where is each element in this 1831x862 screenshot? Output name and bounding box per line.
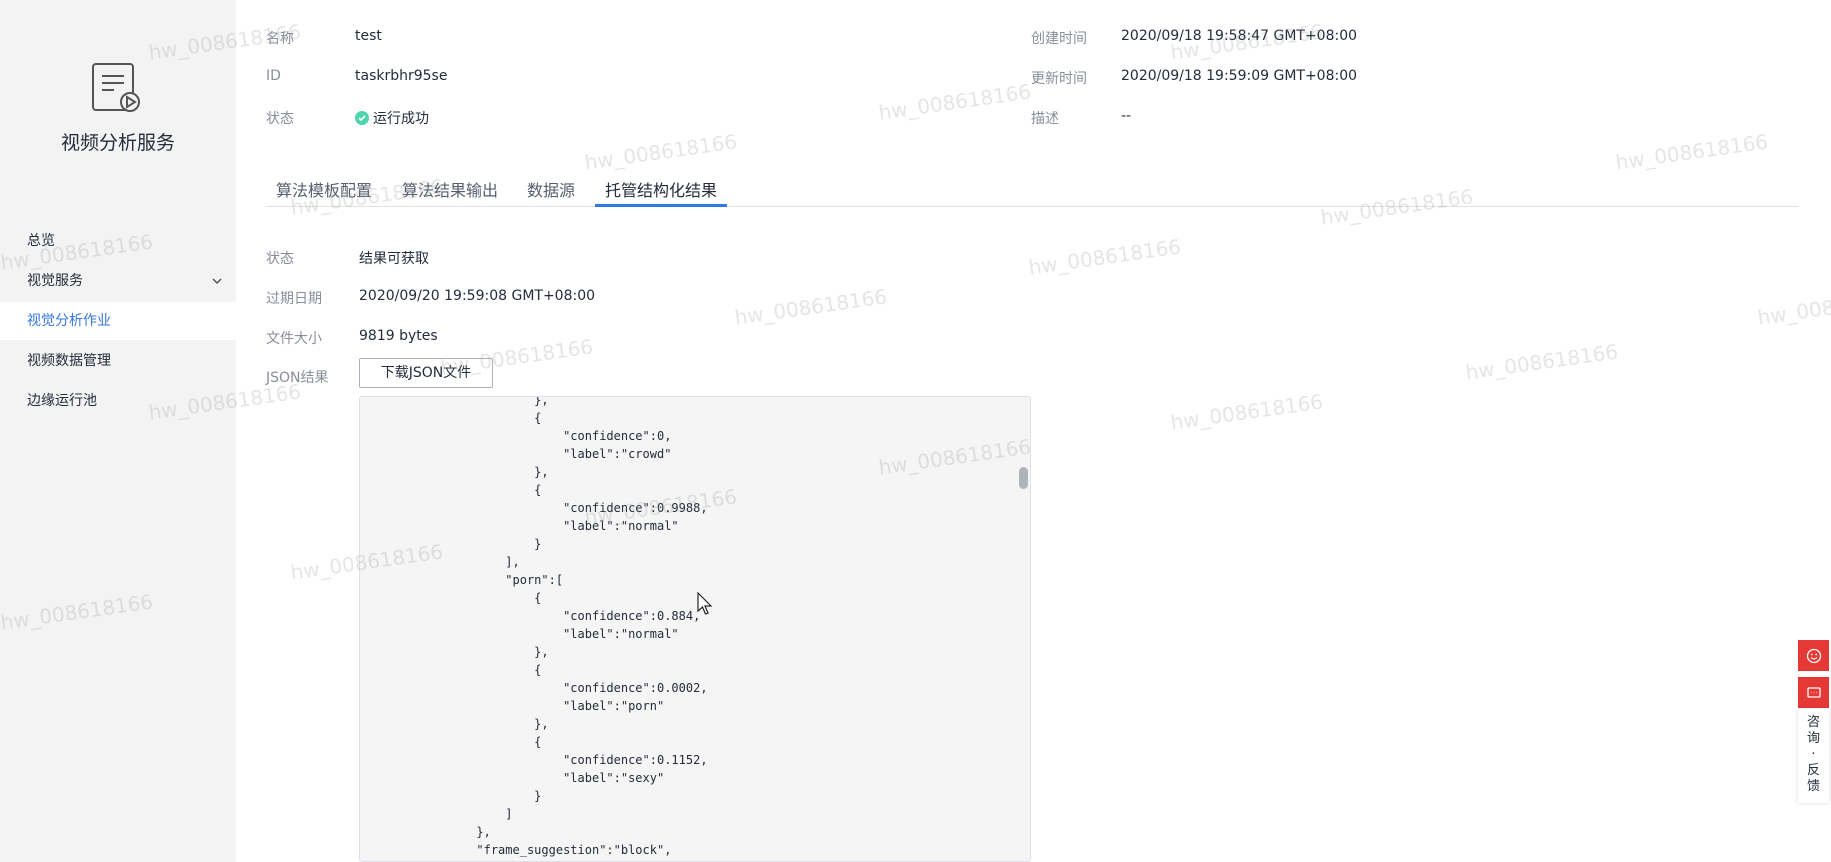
watermark: hw_008618166 [1169,389,1325,435]
expiry-label: 过期日期 [266,291,322,307]
file-size-label: 文件大小 [266,331,322,347]
sidebar-item-video-data[interactable]: 视频数据管理 [0,342,236,380]
sidebar-item-label: 视频数据管理 [27,353,111,369]
active-tab-indicator [595,204,727,207]
sidebar-item-overview[interactable]: 总览 [0,222,236,260]
chevron-down-icon [212,278,222,285]
updated-label: 更新时间 [1031,71,1087,87]
status-value: 运行成功 [373,111,429,127]
expiry-value: 2020/09/20 19:59:08 GMT+08:00 [359,288,596,304]
file-size-value: 9819 bytes [359,328,438,344]
service-chat-button[interactable] [1798,640,1829,671]
watermark: hw_008618166 [733,284,889,330]
name-value: test [355,28,382,44]
sidebar: 视频分析服务 总览 视觉服务 视觉分析作业 视频数据管理 边缘运行池 [0,0,236,862]
watermark: hw_008618166 [1027,234,1183,280]
description-label: 描述 [1031,111,1059,127]
description-value: -- [1121,108,1132,124]
watermark: hw_008618166 [1756,284,1831,330]
id-label: ID [266,68,281,84]
smile-icon [1806,648,1821,663]
tab-hosted-structured-results[interactable]: 托管结构化结果 [605,177,717,201]
sidebar-item-vision-services[interactable]: 视觉服务 [0,262,236,300]
json-viewer[interactable]: }, { "confidence":0, "label":"crowd" }, … [359,396,1031,862]
watermark: hw_008618166 [1464,339,1620,385]
id-value: taskrbhr95se [355,68,448,84]
watermark: hw_008618166 [583,129,739,175]
name-label: 名称 [266,31,294,47]
watermark: hw_008618166 [877,79,1033,125]
service-logo-icon [92,63,140,112]
watermark: hw_008618166 [1614,129,1770,175]
feedback-button[interactable]: 咨询·反馈 [1798,709,1829,803]
json-result-label: JSON结果 [266,370,329,386]
sidebar-item-label: 视觉分析作业 [27,313,111,329]
message-button[interactable] [1798,677,1829,708]
sidebar-item-edge-pool[interactable]: 边缘运行池 [0,382,236,420]
sidebar-item-label: 视觉服务 [27,273,83,289]
chat-icon [1806,686,1821,698]
sidebar-item-label: 总览 [27,233,55,249]
service-title: 视频分析服务 [60,132,175,154]
download-json-button[interactable]: 下载JSON文件 [359,358,493,388]
result-status-label: 状态 [266,251,294,267]
json-content: }, { "confidence":0, "label":"crowd" }, … [476,396,708,857]
sidebar-item-label: 边缘运行池 [27,393,97,409]
tab-algorithm-output[interactable]: 算法结果输出 [402,177,498,201]
tab-algorithm-template[interactable]: 算法模板配置 [276,177,372,201]
updated-value: 2020/09/18 19:59:09 GMT+08:00 [1121,68,1358,84]
result-status-value: 结果可获取 [359,251,429,267]
created-label: 创建时间 [1031,31,1087,47]
json-scrollbar[interactable] [1019,467,1028,489]
cursor-icon [697,592,713,615]
tab-data-source[interactable]: 数据源 [527,177,575,201]
created-value: 2020/09/18 19:58:47 GMT+08:00 [1121,28,1358,44]
feedback-label: 咨询·反馈 [1806,715,1820,794]
sidebar-item-vision-analysis-jobs[interactable]: 视觉分析作业 [0,302,236,340]
success-check-icon [355,111,369,125]
tab-bar: 算法模板配置 算法结果输出 数据源 托管结构化结果 [266,170,1799,207]
status-badge: 运行成功 [355,108,429,128]
status-label: 状态 [266,111,294,127]
